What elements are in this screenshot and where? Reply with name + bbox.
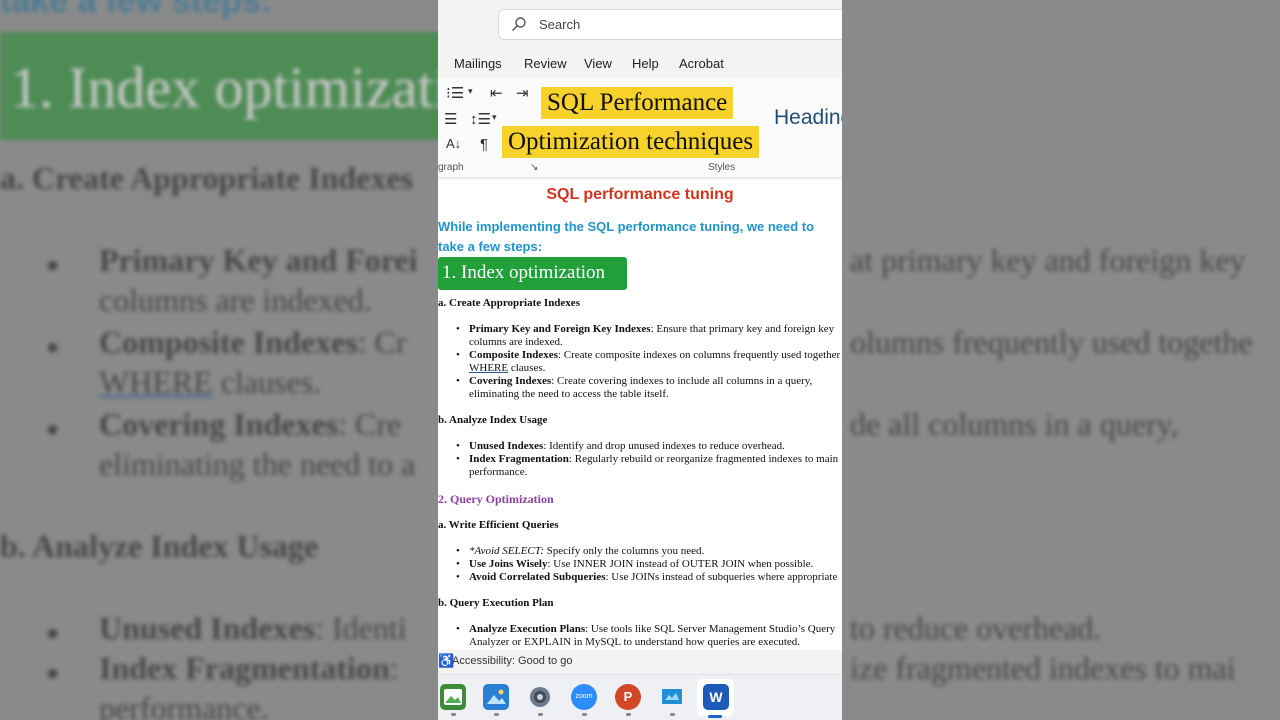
tab-view[interactable]: View — [584, 56, 612, 71]
running-indicator — [494, 713, 499, 716]
subheading-analyze-usage: b. Analyze Index Usage — [438, 414, 548, 426]
running-indicator — [670, 713, 675, 716]
heading-query-optimization: 2. Query Optimization — [438, 492, 554, 506]
bg-item-5-cont: performance. — [99, 690, 269, 720]
search-placeholder: Search — [539, 17, 581, 32]
bg-right-1: at primary key and foreign key — [850, 242, 1246, 278]
bg-sub-heading-b: b. Analyze Index Usage — [0, 528, 319, 564]
overlay-title-line1: SQL Performance — [541, 87, 734, 119]
style-heading[interactable]: Heading — [774, 106, 842, 130]
bg-bullet: ● — [46, 620, 60, 645]
active-indicator — [708, 715, 722, 718]
bg-right-3: de all columns in a query, — [850, 406, 1179, 442]
bg-right-4: to reduce overhead. — [850, 610, 1102, 646]
zoom-icon[interactable]: zoom — [571, 684, 597, 710]
chevron-down-icon[interactable]: ▾ — [492, 112, 497, 123]
bg-item-2: Composite Indexes: Cr — [99, 324, 407, 360]
search-box[interactable]: Search — [498, 9, 842, 40]
show-formatting-icon[interactable]: ¶ — [480, 136, 488, 153]
bg-bullet: ● — [46, 660, 60, 685]
line-spacing-icon[interactable]: ↕☰ — [470, 110, 491, 128]
accessibility-status[interactable]: Accessibility: Good to go — [452, 655, 572, 667]
bg-bullet: ● — [46, 416, 60, 441]
subheading-execution-plan: b. Query Execution Plan — [438, 597, 554, 609]
sort-icon[interactable]: A↓ — [446, 136, 461, 151]
bg-item-3-cont: eliminating the need to a — [99, 446, 416, 482]
taskbar: zoom P W — [438, 674, 842, 720]
tab-review[interactable]: Review — [524, 56, 567, 71]
group-label-styles: Styles — [708, 162, 736, 173]
heading-index-optimization: 1. Index optimization — [438, 257, 627, 290]
photo-editor-icon[interactable] — [440, 684, 466, 710]
bg-item-1: Primary Key and Forei — [99, 242, 418, 278]
tab-mailings[interactable]: Mailings — [454, 56, 502, 71]
bg-item-3: Covering Indexes: Cre — [99, 406, 402, 442]
decrease-indent-icon[interactable]: ⇤ — [490, 84, 503, 102]
word-window: Search Mailings Review View Help Acrobat… — [438, 0, 842, 720]
running-indicator — [626, 713, 631, 716]
dialog-launcher-icon[interactable]: ↘ — [530, 162, 538, 173]
running-indicator — [451, 713, 456, 716]
bg-sub-heading-a: a. Create Appropriate Indexes — [0, 160, 414, 196]
bg-bullet: ● — [46, 334, 60, 359]
justify-icon[interactable]: ☰ — [444, 110, 457, 128]
subheading-create-indexes: a. Create Appropriate Indexes — [438, 297, 580, 309]
photos-icon[interactable] — [483, 684, 509, 710]
bg-item-5: Index Fragmentation: — [99, 650, 399, 686]
status-bar: ♿ Accessibility: Good to go — [438, 652, 842, 672]
subheading-efficient-queries: a. Write Efficient Queries — [438, 519, 559, 531]
bg-item-1-cont: columns are indexed. — [99, 282, 372, 318]
tab-acrobat[interactable]: Acrobat — [679, 56, 724, 71]
settings-icon[interactable] — [527, 684, 553, 710]
tab-help[interactable]: Help — [632, 56, 659, 71]
bg-green-heading: 1. Index optimization — [0, 32, 470, 140]
bg-right-5: ize fragmented indexes to mai — [850, 650, 1236, 686]
overlay-title-line2: Optimization techniques — [502, 126, 760, 158]
document-page[interactable]: SQL performance tuning While implementin… — [438, 180, 842, 650]
ribbon-tabs: Mailings Review View Help Acrobat — [438, 54, 842, 76]
group-label-paragraph: graph — [438, 162, 464, 173]
bg-bullet: ● — [46, 252, 60, 277]
word-icon[interactable]: W — [703, 684, 729, 710]
bg-intro-text: take a few steps: — [0, 0, 273, 20]
search-icon — [512, 17, 526, 31]
document-title: SQL performance tuning — [546, 186, 734, 203]
intro-text: While implementing the SQL performance t… — [438, 219, 815, 254]
bg-item-2-cont: WHERE clauses. — [99, 364, 322, 400]
powerpoint-icon[interactable]: P — [615, 684, 641, 710]
running-indicator — [582, 713, 587, 716]
running-indicator — [538, 713, 543, 716]
bg-right-2: olumns frequently used togethe — [850, 324, 1253, 360]
multilevel-list-icon[interactable]: ⁝☰ — [446, 84, 464, 102]
bg-item-4: Unused Indexes: Identi — [99, 610, 407, 646]
whiteboard-icon[interactable] — [659, 684, 685, 710]
increase-indent-icon[interactable]: ⇥ — [516, 84, 529, 102]
chevron-down-icon[interactable]: ▾ — [468, 86, 473, 97]
